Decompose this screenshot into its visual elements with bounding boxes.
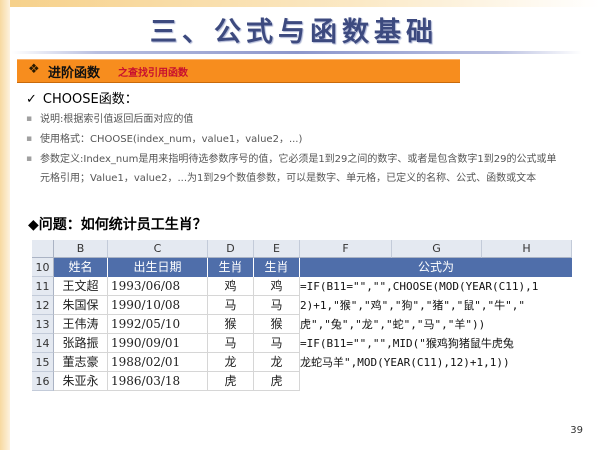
sheet-corner [32,240,54,258]
function-name: CHOOSE函数： [42,92,138,107]
table-cell-zodiac[interactable]: 龙 [208,353,254,372]
left-decor-bar [0,0,10,450]
column-header[interactable]: H [482,240,572,258]
table-cell-name[interactable]: 张路振 [54,334,108,353]
square-bullet-icon: ▪ [26,154,33,164]
formula-line[interactable]: 2)+1,"猴","鸡","狗","猪","鼠","牛"," [300,296,572,315]
table-cell-zodiac[interactable]: 虎 [208,372,254,391]
formula-line[interactable]: 龙蛇马羊",MOD(YEAR(C11),12)+1,1)) [300,353,572,372]
slide-title: 三、公式与函数基础 [150,17,438,48]
row-header[interactable]: 12 [32,296,54,315]
row-header[interactable]: 11 [32,277,54,296]
column-header[interactable]: D [208,240,254,258]
table-cell-zodiac[interactable]: 马 [208,334,254,353]
column-header[interactable]: E [254,240,300,258]
square-bullet-icon: ▪ [26,134,33,144]
header-cell-birthdate[interactable]: 出生日期 [108,258,208,277]
question-text: ◆问题：如何统计员工生肖？ [28,217,207,233]
function-heading: ✓ CHOOSE函数： [26,88,138,107]
table-cell-name[interactable]: 董志豪 [54,353,108,372]
row-header[interactable]: 13 [32,315,54,334]
table-cell-date[interactable]: 1990/10/08 [108,296,208,315]
section-subtitle: 之查找引用函数 [118,68,188,79]
table-cell-zodiac[interactable]: 马 [254,296,300,315]
formula-line[interactable]: =IF(B11="","",MID("猴鸡狗猪鼠牛虎兔 [300,334,572,353]
table-cell-name[interactable]: 王伟涛 [54,315,108,334]
bullet-text: 参数定义:Index_num是用来指明待选参数序号的值，它必须是1到29之间的数… [40,154,557,184]
page-number: 39 [570,425,583,436]
column-header[interactable]: C [108,240,208,258]
row-header[interactable]: 16 [32,372,54,391]
bullet-text: 说明:根据索引值返回后面对应的值 [40,114,194,125]
title-divider [12,51,582,54]
table-cell-zodiac[interactable]: 龙 [254,353,300,372]
table-cell-zodiac[interactable]: 马 [208,296,254,315]
square-bullet-icon: ▪ [26,114,33,124]
header-cell-zodiac[interactable]: 生肖 [208,258,254,277]
table-cell-zodiac[interactable]: 鸡 [254,277,300,296]
table-cell-date[interactable]: 1988/02/01 [108,353,208,372]
spreadsheet: B C D E F G H 10 11 12 13 14 15 16 姓名 出生… [32,240,572,392]
section-banner: ❖ 进阶函数 之查找引用函数 [17,59,460,83]
bullet-parameters: ▪ 参数定义:Index_num是用来指明待选参数序号的值，它必须是1到29之间… [26,150,566,188]
table-cell-date[interactable]: 1992/05/10 [108,315,208,334]
table-cell-date[interactable]: 1986/03/18 [108,372,208,391]
row-header[interactable]: 14 [32,334,54,353]
table-cell-zodiac[interactable]: 猴 [208,315,254,334]
column-header[interactable]: B [54,240,108,258]
table-cell-date[interactable]: 1990/09/01 [108,334,208,353]
bullet-description: ▪ 说明:根据索引值返回后面对应的值 [26,110,566,129]
table-cell-date[interactable]: 1993/06/08 [108,277,208,296]
bullet-syntax: ▪ 使用格式：CHOOSE(index_num，value1，value2，..… [26,130,566,149]
header-cell-zodiac[interactable]: 生肖 [254,258,300,277]
header-cell-name[interactable]: 姓名 [54,258,108,277]
table-cell-zodiac[interactable]: 鸡 [208,277,254,296]
table-cell-name[interactable]: 王文超 [54,277,108,296]
diamond-bullet-icon: ❖ [28,62,40,77]
table-cell-zodiac[interactable]: 马 [254,334,300,353]
column-header[interactable]: F [300,240,392,258]
table-cell-name[interactable]: 朱亚永 [54,372,108,391]
header-cell-formula[interactable]: 公式为 [300,258,572,277]
formula-line[interactable]: =IF(B11="","",CHOOSE(MOD(YEAR(C11),1 [300,277,572,296]
column-header[interactable]: G [392,240,482,258]
row-header[interactable]: 15 [32,353,54,372]
bullet-text: 使用格式：CHOOSE(index_num，value1，value2，...) [40,134,303,145]
table-cell-zodiac[interactable]: 猴 [254,315,300,334]
top-decor-bar [0,0,600,7]
section-title: 进阶函数 [48,66,101,81]
checkmark-icon: ✓ [26,92,37,107]
formula-line[interactable]: 虎","兔","龙","蛇","马","羊")) [300,315,572,334]
table-cell-zodiac[interactable]: 虎 [254,372,300,391]
table-cell-name[interactable]: 朱国保 [54,296,108,315]
row-header[interactable]: 10 [32,258,54,277]
